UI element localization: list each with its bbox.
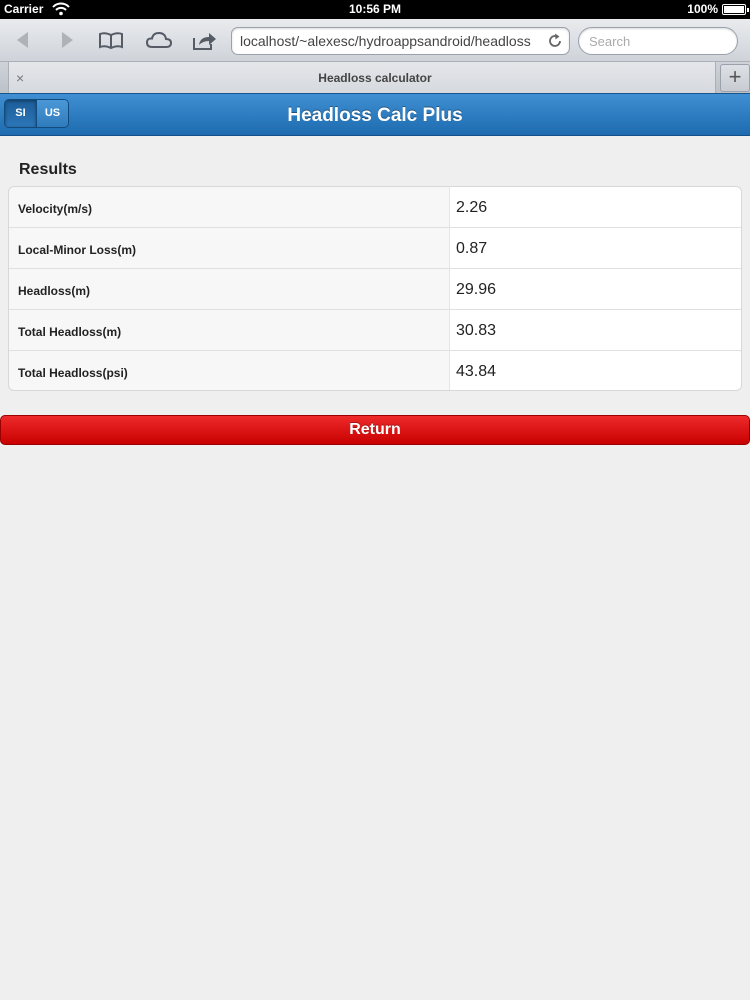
address-bar[interactable]: localhost/~alexesc/hydroappsandroid/head…: [231, 27, 570, 55]
search-placeholder: Search: [589, 34, 631, 49]
velocity-label: Velocity(m/s): [18, 202, 93, 216]
table-row: Total Headloss(psi) 43.84: [9, 351, 741, 390]
bookmarks-icon[interactable]: [98, 29, 124, 51]
results-table: Velocity(m/s) 2.26 Local-Minor Loss(m) 0…: [8, 186, 742, 391]
app-header: SI US Headloss Calc Plus: [0, 93, 750, 136]
tab-strip: × Headloss calculator +: [0, 62, 750, 93]
new-tab-button[interactable]: +: [720, 64, 750, 92]
table-row: Headloss(m) 29.96: [9, 269, 741, 310]
battery-icon: [722, 4, 749, 15]
return-button[interactable]: Return: [0, 415, 750, 445]
velocity-value: 2.26: [449, 187, 741, 227]
total-headloss-psi-label: Total Headloss(psi): [18, 366, 128, 380]
total-headloss-psi-value: 43.84: [449, 351, 741, 390]
url-text: localhost/~alexesc/hydroappsandroid/head…: [240, 33, 531, 49]
battery-percent: 100%: [687, 2, 718, 16]
minor-loss-label: Local-Minor Loss(m): [18, 243, 137, 257]
browser-toolbar: localhost/~alexesc/hydroappsandroid/head…: [0, 19, 750, 62]
search-input[interactable]: Search: [578, 27, 738, 55]
clock: 10:56 PM: [348, 2, 402, 16]
tab-title: Headloss calculator: [318, 71, 432, 85]
headloss-label: Headloss(m): [18, 284, 91, 298]
forward-icon[interactable]: [54, 29, 80, 51]
total-headloss-m-label: Total Headloss(m): [18, 325, 122, 339]
status-bar: Carrier 10:56 PM 100%: [0, 0, 750, 19]
share-icon[interactable]: [191, 29, 217, 51]
table-row: Velocity(m/s) 2.26: [9, 187, 741, 228]
minor-loss-value: 0.87: [449, 228, 741, 268]
table-row: Local-Minor Loss(m) 0.87: [9, 228, 741, 269]
back-icon[interactable]: [10, 29, 36, 51]
table-row: Total Headloss(m) 30.83: [9, 310, 741, 351]
results-heading: Results: [19, 161, 77, 178]
total-headloss-m-value: 30.83: [449, 310, 741, 350]
page-title: Headloss Calc Plus: [287, 105, 463, 126]
reload-icon[interactable]: [547, 33, 563, 49]
headloss-value: 29.96: [449, 269, 741, 309]
cloud-icon[interactable]: [145, 29, 173, 51]
